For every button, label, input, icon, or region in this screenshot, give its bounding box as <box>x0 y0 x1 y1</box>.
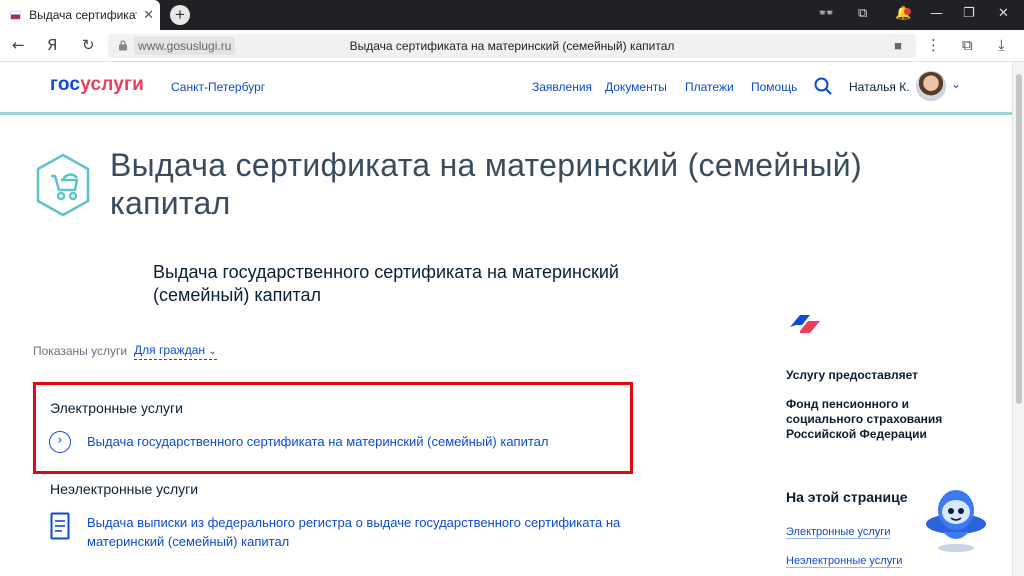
document-icon <box>50 512 70 540</box>
back-icon[interactable]: ← <box>12 36 25 54</box>
chevron-down-icon: ⌄ <box>208 346 217 357</box>
menu-icon[interactable]: ⋮ <box>926 36 941 54</box>
nav-help[interactable]: Помощь <box>751 80 797 94</box>
service-subtitle: Выдача государственного сертификата на м… <box>153 262 619 305</box>
nonelectronic-service-link[interactable]: Выдача выписки из федерального регистра … <box>87 513 667 551</box>
scrollbar-thumb[interactable] <box>1016 74 1022 404</box>
nonelectronic-services-heading: Неэлектронные услуги <box>50 481 199 497</box>
notification-badge <box>904 8 911 15</box>
robot-assistant-icon[interactable] <box>921 486 991 554</box>
scrollbar[interactable] <box>1012 62 1024 576</box>
address-bar[interactable]: www.gosuslugi.ru Выдача сертификата на м… <box>108 34 916 58</box>
reload-icon[interactable]: ↻ <box>82 36 95 54</box>
nav-payments[interactable]: Платежи <box>685 80 734 94</box>
avatar[interactable] <box>916 71 946 101</box>
arrow-right-icon[interactable]: › <box>49 431 71 453</box>
extensions-icon[interactable]: ⧉ <box>962 36 973 54</box>
user-name[interactable]: Наталья К. <box>849 80 910 94</box>
collections-icon[interactable]: ⧉ <box>858 6 867 21</box>
russia-flag-icon <box>10 10 22 20</box>
sfr-logo-icon <box>790 315 820 333</box>
audience-filter-dropdown[interactable]: Для граждан ⌄ <box>134 343 217 360</box>
download-icon[interactable]: ⤓ <box>998 36 1005 54</box>
filter-label: Показаны услуги <box>33 344 128 358</box>
browser-toolbar: ← Я ↻ www.gosuslugi.ru Выдача сертификат… <box>0 30 1024 62</box>
electronic-services-heading: Электронные услуги <box>50 400 183 416</box>
onpage-heading: На этой странице <box>786 489 908 505</box>
provider-heading: Услугу предоставляет <box>786 368 919 382</box>
browser-titlebar: Выдача сертификата на матер ✕ + 👓 ⧉ 🔔 — … <box>0 0 1024 30</box>
electronic-service-link[interactable]: Выдача государственного сертификата на м… <box>87 432 627 451</box>
onpage-link-nonelectronic[interactable]: Неэлектронные услуги <box>786 555 903 568</box>
page-title: Выдача сертификата на материнский (семей… <box>110 147 862 221</box>
close-window-icon[interactable]: ✕ <box>998 6 1009 21</box>
onpage-link-electronic[interactable]: Электронные услуги <box>786 526 891 539</box>
glasses-icon[interactable]: 👓 <box>818 6 834 21</box>
baby-stroller-icon <box>36 153 90 217</box>
browser-tab[interactable]: Выдача сертификата на матер ✕ <box>0 0 160 30</box>
filter-value: Для граждан <box>134 343 206 357</box>
search-icon[interactable] <box>814 77 832 95</box>
highlight-box <box>33 382 633 474</box>
provider-name: Фонд пенсионного и социального страхован… <box>786 397 943 441</box>
close-tab-icon[interactable]: ✕ <box>143 7 154 23</box>
yandex-icon[interactable]: Я <box>47 36 57 54</box>
nav-applications[interactable]: Заявления <box>532 80 592 94</box>
restore-icon[interactable]: ❐ <box>963 6 975 21</box>
tab-title: Выдача сертификата на матер <box>29 8 137 22</box>
region-selector[interactable]: Санкт-Петербург <box>171 80 265 94</box>
bookmark-icon[interactable]: ■ <box>894 38 902 53</box>
site-header: госуслуги Санкт-Петербург Заявления Доку… <box>0 62 1012 112</box>
nav-documents[interactable]: Документы <box>605 80 667 94</box>
header-divider <box>0 112 1012 115</box>
chevron-down-icon[interactable]: ⌄ <box>951 77 961 91</box>
gosuslugi-logo[interactable]: госуслуги <box>50 74 144 96</box>
address-page-title: Выдача сертификата на материнский (семей… <box>349 39 675 53</box>
minimize-icon[interactable]: — <box>930 6 943 21</box>
new-tab-button[interactable]: + <box>170 5 190 25</box>
